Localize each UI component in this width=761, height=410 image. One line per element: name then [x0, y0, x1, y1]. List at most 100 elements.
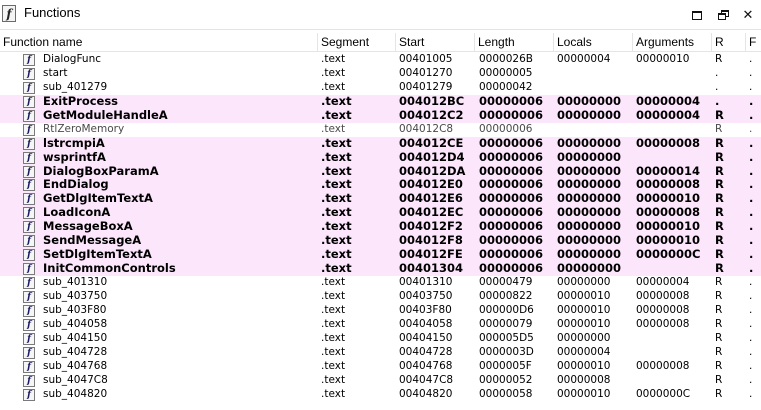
table-row[interactable]: f start .text 00401270 00000005..: [0, 67, 761, 81]
length-cell: 00000006: [479, 220, 544, 234]
f-flag-cell: .: [749, 331, 753, 344]
table-row[interactable]: f InitCommonControls .text 00401304 00000006…: [0, 262, 761, 276]
r-flag-cell: R: [715, 359, 723, 372]
r-flag-cell: R: [715, 387, 723, 400]
r-flag-cell: R: [715, 303, 723, 316]
restore-icon[interactable]: [714, 6, 732, 24]
segment-cell: .text: [321, 206, 352, 220]
table-row[interactable]: f DialogBoxParamA .text 004012DA 00000006 000…: [0, 164, 761, 179]
function-icon: f: [23, 374, 35, 387]
segment-cell: .text: [321, 136, 352, 150]
function-icon: f: [23, 277, 35, 289]
column-header-start[interactable]: Start: [396, 33, 475, 52]
f-flag-cell: .: [749, 108, 754, 122]
function-name-cell: DialogFunc: [43, 53, 101, 65]
segment-cell: .text: [321, 276, 346, 288]
start-address-cell: 004012C8: [399, 122, 454, 135]
length-cell: 00000006: [479, 248, 544, 262]
table-row[interactable]: f DialogFunc .text 00401005 0000026B 00000004…: [0, 53, 761, 67]
table-row[interactable]: f SetDlgItemTextA .text 004012FE 00000006 000…: [0, 248, 761, 263]
locals-cell: 00000000: [557, 220, 622, 234]
table-row[interactable]: f sub_404728 .text 00404728 0000003D 00000004…: [0, 346, 761, 360]
table-row[interactable]: f RtlZeroMemory .text 004012C8 00000006 R.: [0, 123, 761, 137]
r-flag-cell: R: [715, 108, 724, 122]
arguments-cell: 00000010: [636, 234, 701, 248]
function-name-cell: EndDialog: [43, 178, 109, 192]
r-flag-cell: R: [715, 220, 724, 234]
function-icon: f: [23, 165, 35, 178]
function-name-cell: RtlZeroMemory: [43, 122, 125, 135]
f-flag-cell: .: [749, 220, 754, 234]
length-cell: 00000058: [479, 387, 533, 400]
segment-cell: .text: [321, 303, 346, 316]
table-row[interactable]: f sub_401279 .text 00401279 00000042..: [0, 81, 761, 95]
length-cell: 00000006: [479, 150, 544, 164]
f-flag-cell: .: [749, 94, 754, 108]
segment-cell: .text: [321, 108, 352, 122]
f-flag-cell: .: [749, 289, 753, 302]
function-icon: f: [23, 81, 35, 94]
table-row[interactable]: f EndDialog .text 004012E0 00000006 00000000 0…: [0, 178, 761, 193]
column-header-segment[interactable]: Segment: [318, 33, 396, 52]
segment-cell: .text: [321, 192, 352, 206]
column-header-r[interactable]: R: [712, 33, 746, 52]
start-address-cell: 00401310: [399, 276, 453, 288]
arguments-cell: [636, 123, 712, 137]
f-flag-cell: .: [749, 373, 753, 386]
start-address-cell: 00401270: [399, 66, 453, 79]
table-row[interactable]: f sub_404768 .text 00404768 0000005F 00000010…: [0, 360, 761, 374]
table-row[interactable]: f SendMessageA .text 004012F8 00000006 000000…: [0, 234, 761, 249]
locals-cell: 00000000: [557, 108, 622, 122]
function-name-cell: LoadIconA: [43, 206, 111, 220]
segment-cell: .text: [321, 289, 346, 302]
column-header-length[interactable]: Length: [475, 33, 554, 52]
table-row[interactable]: f sub_403F80 .text 00403F80 000000D6 00000010…: [0, 304, 761, 318]
table-row[interactable]: f sub_404150 .text 00404150 000005D5 00000000…: [0, 332, 761, 346]
f-flag-cell: .: [749, 276, 753, 288]
table-row[interactable]: f lstrcmpiA .text 004012CE 00000006 00000000 0…: [0, 136, 761, 151]
column-header-locals[interactable]: Locals: [554, 33, 633, 52]
function-name-cell: sub_401310: [43, 276, 108, 288]
function-name-cell: lstrcmpiA: [43, 136, 105, 150]
f-flag-cell: .: [749, 359, 753, 372]
table-row[interactable]: f LoadIconA .text 004012EC 00000006 00000000 0…: [0, 206, 761, 221]
table-row[interactable]: f sub_4047C8 .text 004047C8 00000052 00000008…: [0, 374, 761, 388]
locals-cell: [557, 67, 633, 81]
arguments-cell: [636, 67, 712, 81]
f-flag-cell: .: [749, 53, 753, 65]
column-header-f[interactable]: F: [746, 33, 761, 52]
f-flag-cell: .: [749, 387, 753, 400]
table-row[interactable]: f sub_404058 .text 00404058 00000079 00000010…: [0, 318, 761, 332]
table-row[interactable]: f sub_401310 .text 00401310 00000479 00000000…: [0, 276, 761, 290]
table-row[interactable]: f sub_404820 .text 00404820 00000058 00000010…: [0, 388, 761, 402]
table-row[interactable]: f ExitProcess .text 004012BC 00000006 0000000…: [0, 94, 761, 109]
table-row[interactable]: f MessageBoxA .text 004012F2 00000006 0000000…: [0, 220, 761, 235]
r-flag-cell: R: [715, 53, 723, 65]
length-cell: 000000D6: [479, 303, 534, 316]
function-name-cell: ExitProcess: [43, 94, 119, 108]
start-address-cell: 00404820: [399, 387, 453, 400]
maximize-icon[interactable]: [688, 6, 706, 24]
function-icon: f: [23, 360, 35, 373]
function-name-cell: GetModuleHandleA: [43, 108, 168, 122]
function-icon: f: [23, 388, 35, 401]
table-row[interactable]: f sub_403750 .text 00403750 00000822 00000010…: [0, 290, 761, 304]
close-icon[interactable]: ✕: [739, 6, 757, 24]
f-flag-cell: .: [749, 234, 754, 248]
locals-cell: 00000000: [557, 234, 622, 248]
length-cell: 00000006: [479, 178, 544, 192]
arguments-cell: 00000008: [636, 178, 701, 192]
table-row[interactable]: f GetDlgItemTextA .text 004012E6 00000006 000…: [0, 192, 761, 207]
locals-cell: 00000000: [557, 94, 622, 108]
locals-cell: [557, 81, 633, 95]
function-name-cell: sub_403F80: [43, 303, 107, 316]
column-header-arguments[interactable]: Arguments: [633, 33, 712, 52]
column-header-function-name[interactable]: Function name: [0, 33, 318, 52]
r-flag-cell: R: [715, 317, 723, 330]
table-row[interactable]: f GetModuleHandleA .text 004012C2 00000006 00…: [0, 108, 761, 123]
arguments-cell: 00000014: [636, 164, 701, 178]
arguments-cell: 00000010: [636, 192, 701, 206]
locals-cell: 00000010: [557, 387, 611, 400]
table-row[interactable]: f wsprintfA .text 004012D4 00000006 00000000 R…: [0, 150, 761, 165]
arguments-cell: 00000008: [636, 359, 690, 372]
